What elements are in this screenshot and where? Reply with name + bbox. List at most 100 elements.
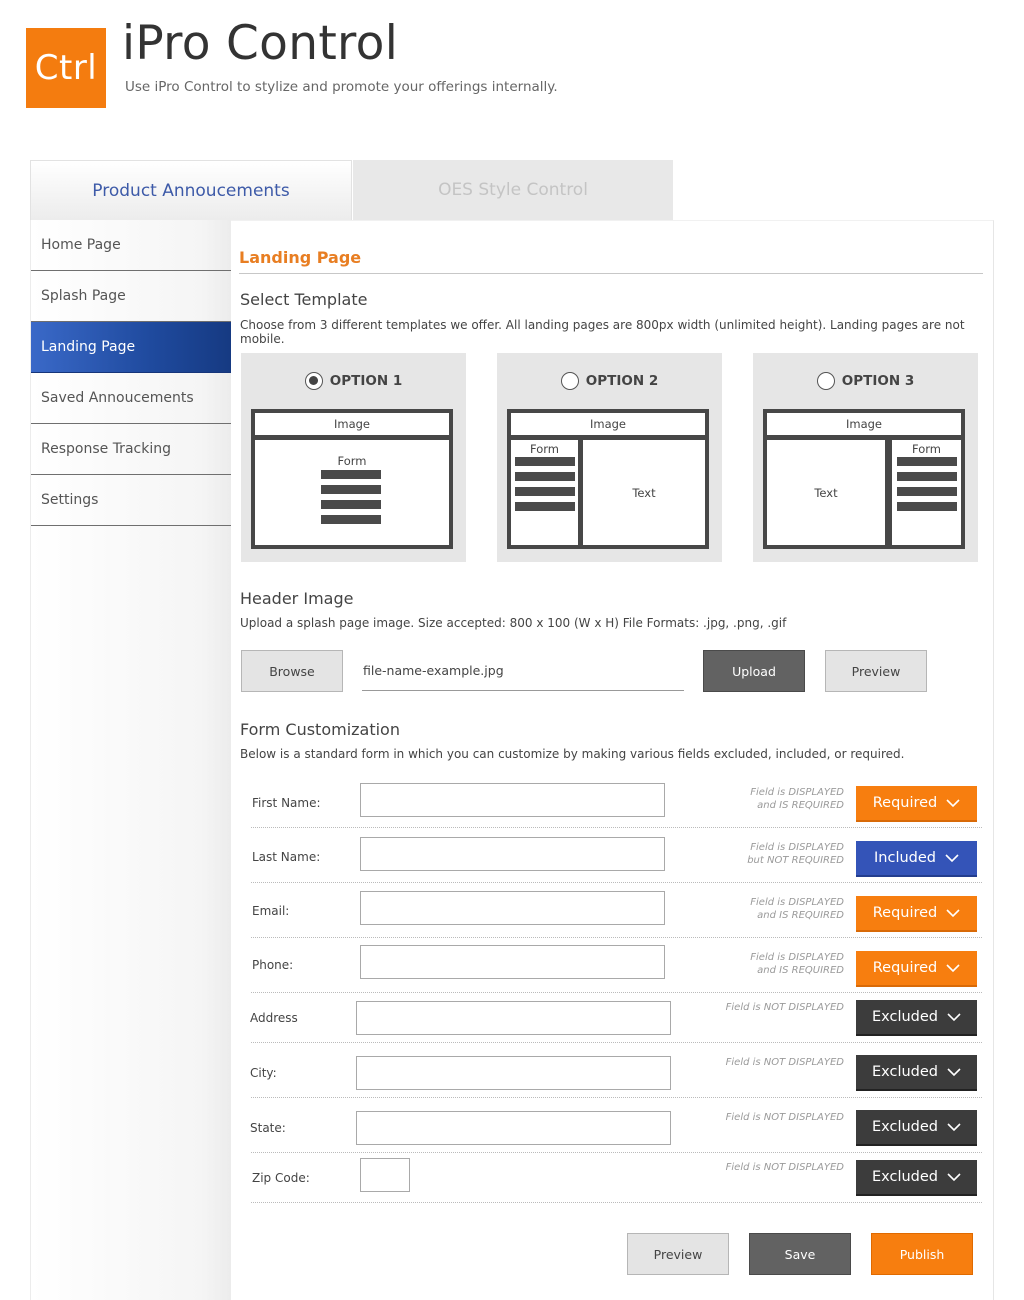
browse-button[interactable]: Browse [241,650,343,692]
save-button[interactable]: Save [749,1233,851,1275]
phone-status-note: Field is DISPLAYED and IS REQUIRED [644,951,844,977]
option-3-selector[interactable]: OPTION 3 [753,372,978,390]
wire-text-label: Text [814,485,838,500]
status-label: Required [872,905,938,921]
wire-image-label: Image [589,417,627,431]
wire-image-area: Image [767,413,961,435]
wire-image-label: Image [333,417,371,431]
row-divider [251,1097,982,1098]
template-option-3[interactable]: OPTION 3 Image Text Form [753,353,978,562]
template-2-wireframe: Image Form Text [507,409,709,549]
wire-field-bar [515,502,575,511]
note-line-1: Field is NOT DISPLAYED [725,1162,844,1173]
app-logo: Ctrl [26,28,106,108]
sidebar-item-splash-page[interactable]: Splash Page [31,271,231,322]
preview-image-button[interactable]: Preview [825,650,927,692]
main-panel: Landing Page Select Template Choose from… [231,220,994,1300]
wire-field-bar [321,485,381,494]
chevron-down-icon [947,1122,961,1131]
zip-code-input[interactable] [360,1158,410,1192]
sidebar-item-label: Settings [41,492,99,508]
wire-field-bar [321,500,381,509]
state-status-dropdown[interactable]: Excluded [856,1110,977,1146]
template-1-wireframe: Image Form [251,409,453,549]
wire-field-bar [897,457,957,466]
template-option-1[interactable]: OPTION 1 Image Form [241,353,466,562]
preview-button[interactable]: Preview [627,1233,729,1275]
file-name-field[interactable]: file-name-example.jpg [362,651,684,691]
address-input[interactable] [356,1001,671,1035]
sidebar-item-home-page[interactable]: Home Page [31,220,231,271]
status-label: Excluded [871,1009,938,1025]
state-input[interactable] [356,1111,671,1145]
section-divider [239,273,983,274]
first-name-label: First Name: [252,796,321,810]
city-input[interactable] [356,1056,671,1090]
first-name-status-dropdown[interactable]: Required [856,786,977,822]
sidebar-item-response-tracking[interactable]: Response Tracking [31,424,231,475]
phone-label: Phone: [252,958,294,972]
address-status-dropdown[interactable]: Excluded [856,1000,977,1036]
header-image-description: Upload a splash page image. Size accepte… [240,616,787,630]
city-status-dropdown[interactable]: Excluded [856,1055,977,1091]
wire-field-bar [321,515,381,524]
status-label: Required [872,795,938,811]
option-1-selector[interactable]: OPTION 1 [241,372,466,390]
email-status-dropdown[interactable]: Required [856,896,977,932]
publish-button[interactable]: Publish [871,1233,973,1275]
wire-form-area: Form [255,440,449,545]
wire-form-area: Form [892,440,961,545]
chevron-down-icon [945,853,959,862]
radio-icon[interactable] [560,372,579,390]
tab-oes-style-control[interactable]: OES Style Control [353,160,673,220]
note-line-1: Field is NOT DISPLAYED [725,1002,844,1013]
note-line-1: Field is DISPLAYED [750,952,844,963]
sidebar-item-label: Saved Annoucements [41,390,194,406]
tab-product-announcements[interactable]: Product Annoucements [30,160,352,220]
sidebar-item-label: Landing Page [41,339,136,355]
row-divider [251,882,982,883]
phone-input[interactable] [360,945,665,979]
sidebar-item-settings[interactable]: Settings [31,475,231,526]
note-line-1: Field is NOT DISPLAYED [725,1112,844,1123]
chevron-down-icon [946,908,960,917]
status-label: Excluded [871,1119,938,1135]
zip-code-status-dropdown[interactable]: Excluded [856,1160,977,1196]
zip-code-label: Zip Code: [252,1171,310,1185]
form-customization-heading: Form Customization [240,720,400,739]
upload-button[interactable]: Upload [703,650,805,692]
template-option-2[interactable]: OPTION 2 Image Form Text [497,353,722,562]
note-line-2: and IS REQUIRED [757,965,844,976]
state-status-note: Field is NOT DISPLAYED [644,1111,844,1124]
wire-field-bar [515,487,575,496]
radio-icon[interactable] [304,372,323,390]
wire-form-area: Form [511,440,578,545]
wire-image-label: Image [845,417,883,431]
first-name-input[interactable] [360,783,665,817]
email-input[interactable] [360,891,665,925]
row-divider [251,992,982,993]
chevron-down-icon [946,798,960,807]
zip-code-status-note: Field is NOT DISPLAYED [644,1161,844,1174]
option-2-label: OPTION 2 [585,373,659,389]
wire-field-bar [897,472,957,481]
last-name-status-dropdown[interactable]: Included [856,841,977,877]
note-line-1: Field is DISPLAYED [750,897,844,908]
option-2-selector[interactable]: OPTION 2 [497,372,722,390]
form-customization-description: Below is a standard form in which you ca… [240,747,905,761]
city-status-note: Field is NOT DISPLAYED [644,1056,844,1069]
phone-status-dropdown[interactable]: Required [856,951,977,987]
template-description: Choose from 3 different templates we off… [240,318,965,346]
wire-field-bar [321,470,381,479]
row-divider [251,1152,982,1153]
address-status-note: Field is NOT DISPLAYED [644,1001,844,1014]
sidebar-item-saved-announcements[interactable]: Saved Annoucements [31,373,231,424]
template-heading: Select Template [240,290,368,309]
sidebar-item-landing-page[interactable]: Landing Page [31,322,231,373]
last-name-input[interactable] [360,837,665,871]
first-name-status-note: Field is DISPLAYED and IS REQUIRED [644,786,844,812]
last-name-label: Last Name: [252,850,321,864]
wire-field-bar [515,472,575,481]
radio-icon[interactable] [816,372,835,390]
sidebar: Home Page Splash Page Landing Page Saved… [30,220,231,1300]
